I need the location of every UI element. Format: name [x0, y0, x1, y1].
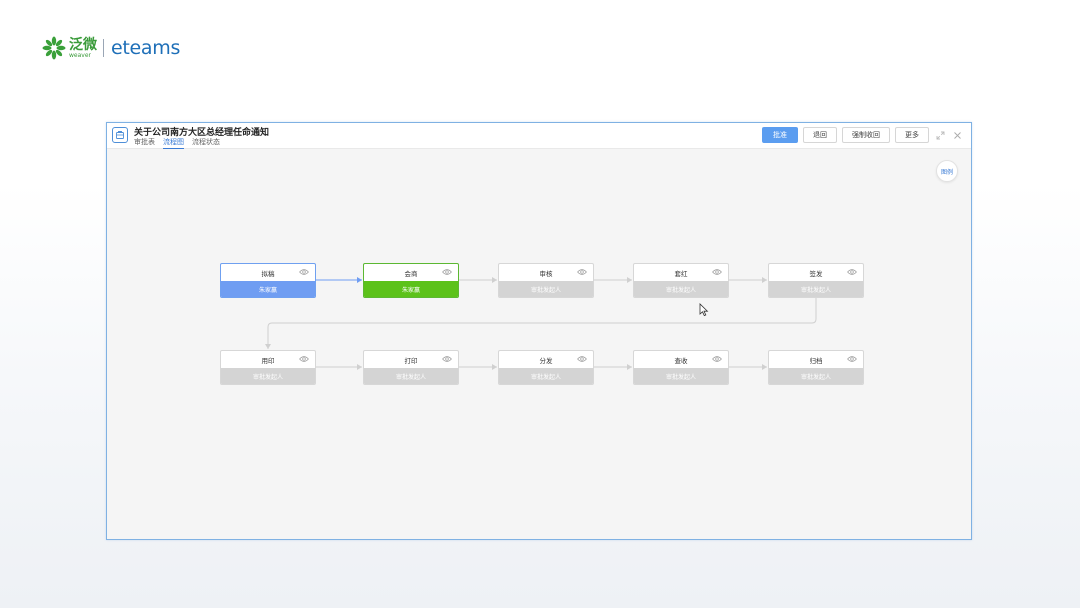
flow-node-assignee: 审批发起人 [364, 368, 458, 384]
flow-node-n7[interactable]: 打印 审批发起人 [363, 350, 459, 385]
arrow-head [762, 277, 767, 283]
eye-icon[interactable] [299, 355, 309, 363]
eye-icon[interactable] [712, 268, 722, 276]
flow-node-top: 归档 [769, 351, 863, 368]
flow-node-assignee: 审批发起人 [499, 368, 593, 384]
weaver-flower-logo-icon [42, 36, 66, 60]
eye-icon[interactable] [442, 268, 452, 276]
eye-icon[interactable] [442, 355, 452, 363]
arrow-head [357, 277, 362, 283]
brand-cn-name: 泛微 [69, 36, 97, 53]
flow-node-top: 分发 [499, 351, 593, 368]
flow-node-n1[interactable]: 拟稿 朱家赢 [220, 263, 316, 298]
flow-node-name: 套红 [674, 269, 688, 278]
flow-node-assignee: 审批发起人 [769, 281, 863, 297]
flow-node-n3[interactable]: 审核 审批发起人 [498, 263, 594, 298]
eye-icon[interactable] [577, 355, 587, 363]
flow-wrap-connector [267, 298, 817, 349]
flow-node-n6[interactable]: 用印 审批发起人 [220, 350, 316, 385]
flow-node-assignee: 审批发起人 [634, 281, 728, 297]
flow-node-name: 拟稿 [261, 269, 275, 278]
flow-node-top: 审核 [499, 264, 593, 281]
workflow-window: 关于公司南方大区总经理任命通知 审批表 流程图 流程状态 批准 退回 强制收回 … [106, 122, 972, 540]
eye-icon[interactable] [577, 268, 587, 276]
arrow-head [762, 364, 767, 370]
brand-divider [103, 39, 104, 57]
brand-product-name: eteams [111, 37, 181, 59]
flow-node-n5[interactable]: 签发 审批发起人 [768, 263, 864, 298]
flow-node-top: 用印 [221, 351, 315, 368]
flow-node-name: 会商 [404, 269, 418, 278]
flow-node-name: 用印 [261, 356, 275, 365]
arrow-head [265, 344, 271, 349]
flow-node-assignee: 审批发起人 [769, 368, 863, 384]
brand-logo: 泛微 weaver eteams [42, 34, 180, 62]
brand-en-name: weaver [69, 51, 91, 59]
mouse-cursor-icon [699, 303, 709, 317]
flow-chart-canvas: 拟稿 朱家赢 会商 朱家赢 审核 审批发起人 套红 审批发起人 签发 审批发起人 用印 审批发起人 打印… [107, 123, 971, 539]
flow-connectors [265, 277, 817, 370]
flow-node-name: 审核 [539, 269, 553, 278]
arrow-head [357, 364, 362, 370]
flow-node-name: 分发 [539, 356, 553, 365]
flow-node-name: 签发 [809, 269, 823, 278]
flow-node-n8[interactable]: 分发 审批发起人 [498, 350, 594, 385]
flow-node-n2[interactable]: 会商 朱家赢 [363, 263, 459, 298]
flow-node-top: 会商 [364, 264, 458, 281]
flow-node-n10[interactable]: 归档 审批发起人 [768, 350, 864, 385]
arrow-head [627, 277, 632, 283]
flow-node-n4[interactable]: 套红 审批发起人 [633, 263, 729, 298]
flow-node-name: 打印 [404, 356, 418, 365]
eye-icon[interactable] [299, 268, 309, 276]
flow-node-n9[interactable]: 查收 审批发起人 [633, 350, 729, 385]
flow-node-top: 打印 [364, 351, 458, 368]
flow-node-name: 查收 [674, 356, 688, 365]
arrow-head [492, 277, 497, 283]
eye-icon[interactable] [847, 355, 857, 363]
flow-node-assignee: 朱家赢 [221, 281, 315, 297]
flow-node-top: 签发 [769, 264, 863, 281]
flow-node-assignee: 审批发起人 [221, 368, 315, 384]
arrow-head [627, 364, 632, 370]
flow-node-top: 拟稿 [221, 264, 315, 281]
flow-node-top: 查收 [634, 351, 728, 368]
flow-node-name: 归档 [809, 356, 823, 365]
eye-icon[interactable] [847, 268, 857, 276]
flow-node-assignee: 审批发起人 [499, 281, 593, 297]
arrow-head [492, 364, 497, 370]
flow-node-assignee: 审批发起人 [634, 368, 728, 384]
flow-node-assignee: 朱家赢 [364, 281, 458, 297]
flow-node-top: 套红 [634, 264, 728, 281]
eye-icon[interactable] [712, 355, 722, 363]
